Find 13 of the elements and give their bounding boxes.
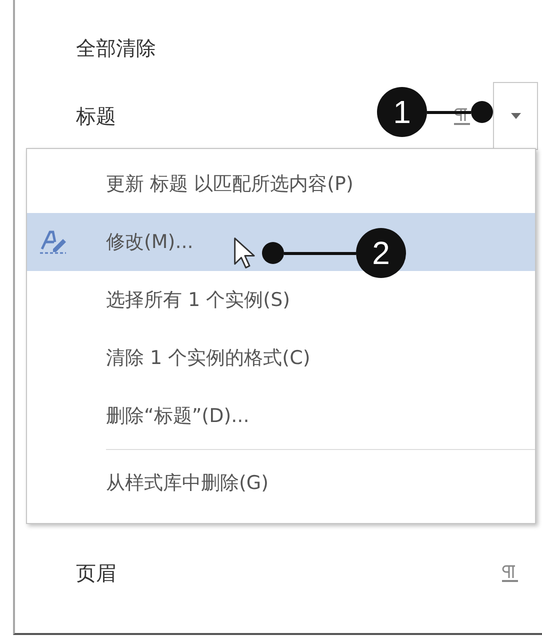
paragraph-style-icon [452, 106, 472, 126]
mouse-cursor-icon [233, 236, 255, 270]
caret-icon [510, 113, 520, 119]
menu-item[interactable]: 删除“标题”(D)... [27, 387, 535, 445]
menu-item[interactable]: 从样式库中删除(G) [27, 454, 535, 512]
dropdown-button[interactable] [493, 82, 538, 150]
style-name[interactable]: 标题 [76, 102, 116, 130]
menu-item[interactable]: 清除 1 个实例的格式(C) [27, 329, 535, 387]
menu-item[interactable]: 更新 标题 以匹配所选内容(P) [27, 155, 535, 213]
style-edit-icon [39, 229, 69, 255]
style-name[interactable]: 页眉 [76, 560, 116, 586]
style-name[interactable]: 全部清除 [76, 34, 156, 62]
paragraph-style-icon [500, 563, 520, 583]
